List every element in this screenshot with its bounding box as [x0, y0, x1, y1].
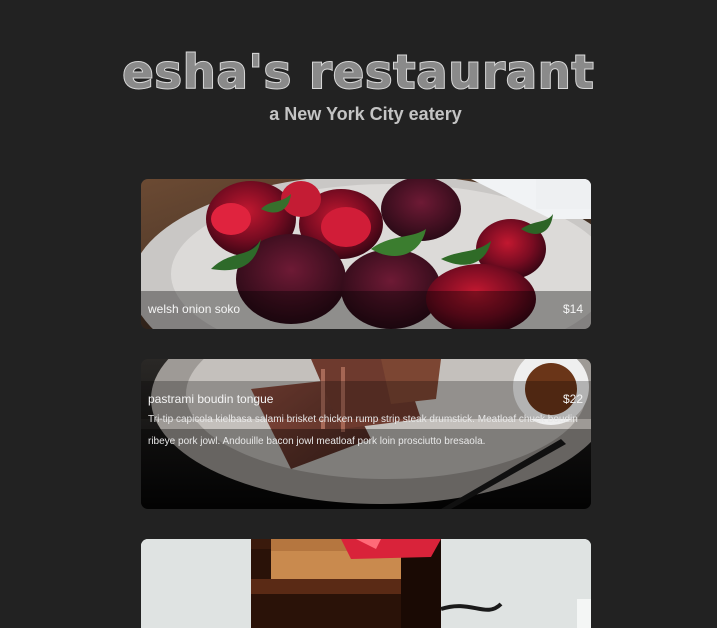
dish-name: welsh onion soko — [148, 302, 241, 316]
menu-card-3[interactable] — [141, 539, 591, 628]
dish-price: $22 — [562, 392, 583, 406]
dish-name: pastrami boudin tongue — [148, 392, 274, 406]
menu-card-2[interactable]: pastrami boudin tongue $22 Tri-tip capic… — [141, 359, 591, 509]
menu-card-1[interactable]: welsh onion soko $14 — [141, 179, 591, 329]
dish-photo-chocolate-cake — [141, 539, 591, 628]
page: esha's restaurant a New York City eatery — [0, 0, 717, 628]
dish-caption: welsh onion soko $14 — [141, 291, 591, 329]
restaurant-subtitle: a New York City eatery — [269, 104, 462, 124]
restaurant-logo: esha's restaurant — [121, 44, 595, 100]
dish-price: $14 — [562, 302, 583, 316]
dish-description: Tri-tip capicola kielbasa salami brisket… — [148, 414, 578, 447]
